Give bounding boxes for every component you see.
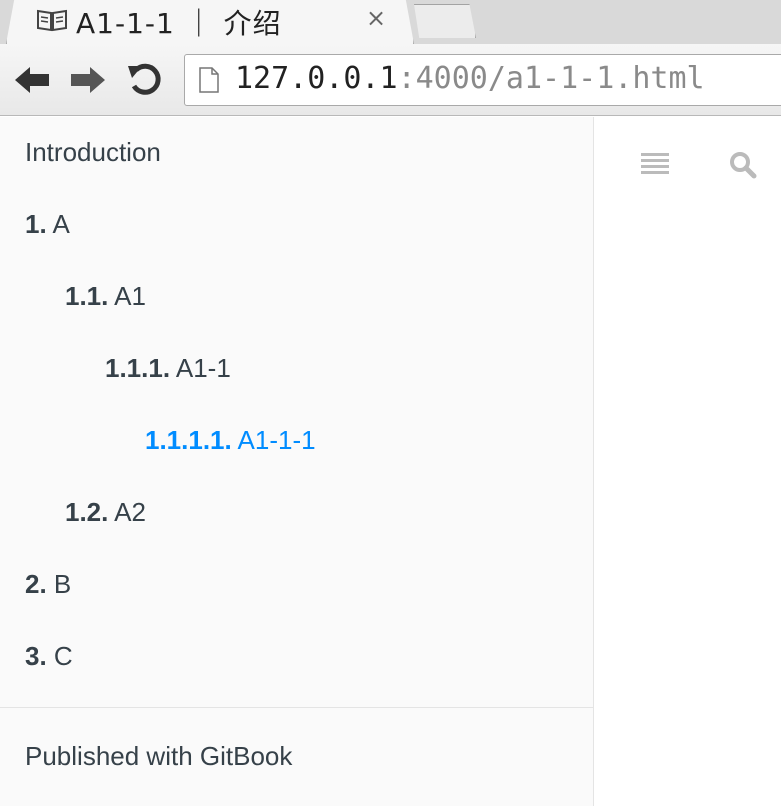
chapter-number: 1. xyxy=(25,209,47,239)
sidebar-item-b[interactable]: 2. B xyxy=(25,569,71,600)
forward-button[interactable] xyxy=(66,58,110,102)
back-arrow-icon xyxy=(15,67,49,93)
url-host: 127.0.0.1 xyxy=(235,61,398,96)
forward-arrow-icon xyxy=(71,67,105,93)
browser-tab-strip: A1-1-1 ｜ 介绍 × xyxy=(0,0,781,44)
sidebar-item-c[interactable]: 3. C xyxy=(25,641,73,672)
page-icon xyxy=(199,67,219,93)
chapter-label: A xyxy=(52,209,70,239)
search-icon[interactable] xyxy=(729,151,757,179)
url-text[interactable]: 127.0.0.1:4000/a1-1-1.html xyxy=(235,61,705,96)
chapter-label: C xyxy=(53,641,73,671)
back-button[interactable] xyxy=(10,58,54,102)
book-body xyxy=(595,117,781,806)
chapter-number: 1.1.1. xyxy=(105,353,171,383)
sidebar-divider xyxy=(0,707,594,708)
browser-toolbar: 127.0.0.1:4000/a1-1-1.html xyxy=(0,44,781,116)
url-path: :4000/a1-1-1.html xyxy=(397,61,705,96)
sidebar-item-a2[interactable]: 1.2. A2 xyxy=(65,497,146,528)
chapter-label: A2 xyxy=(114,497,146,527)
new-tab-button[interactable] xyxy=(413,4,476,38)
book-summary-sidebar: Introduction 1. A 1.1. A1 1.1.1. A1-1 1.… xyxy=(0,117,594,806)
chapter-label: A1 xyxy=(114,281,146,311)
sidebar-item-a1[interactable]: 1.1. A1 xyxy=(65,281,146,312)
chapter-number: 1.1. xyxy=(65,281,109,311)
published-with-gitbook-link[interactable]: Published with GitBook xyxy=(25,741,292,772)
address-bar[interactable]: 127.0.0.1:4000/a1-1-1.html xyxy=(184,54,781,106)
sidebar-item-a1-1[interactable]: 1.1.1. A1-1 xyxy=(105,353,231,384)
book-icon xyxy=(37,9,67,32)
sidebar-item-introduction[interactable]: Introduction xyxy=(25,137,161,168)
tab-close-icon[interactable]: × xyxy=(366,4,386,32)
chapter-label: A1-1 xyxy=(175,353,231,383)
chapter-number: 1.1.1.1. xyxy=(145,425,232,455)
list-icon[interactable] xyxy=(641,151,669,177)
chapter-label: B xyxy=(53,569,72,599)
tab-title[interactable]: A1-1-1 ｜ 介绍 xyxy=(76,2,282,42)
reload-icon xyxy=(128,63,161,95)
chapter-label: A1-1-1 xyxy=(237,425,316,455)
sidebar-item-a1-1-1[interactable]: 1.1.1.1. A1-1-1 xyxy=(145,425,316,456)
chapter-number: 3. xyxy=(25,641,47,671)
chapter-number: 1.2. xyxy=(65,497,109,527)
chapter-number: 2. xyxy=(25,569,47,599)
reload-button[interactable] xyxy=(124,58,168,102)
sidebar-item-a[interactable]: 1. A xyxy=(25,209,70,240)
